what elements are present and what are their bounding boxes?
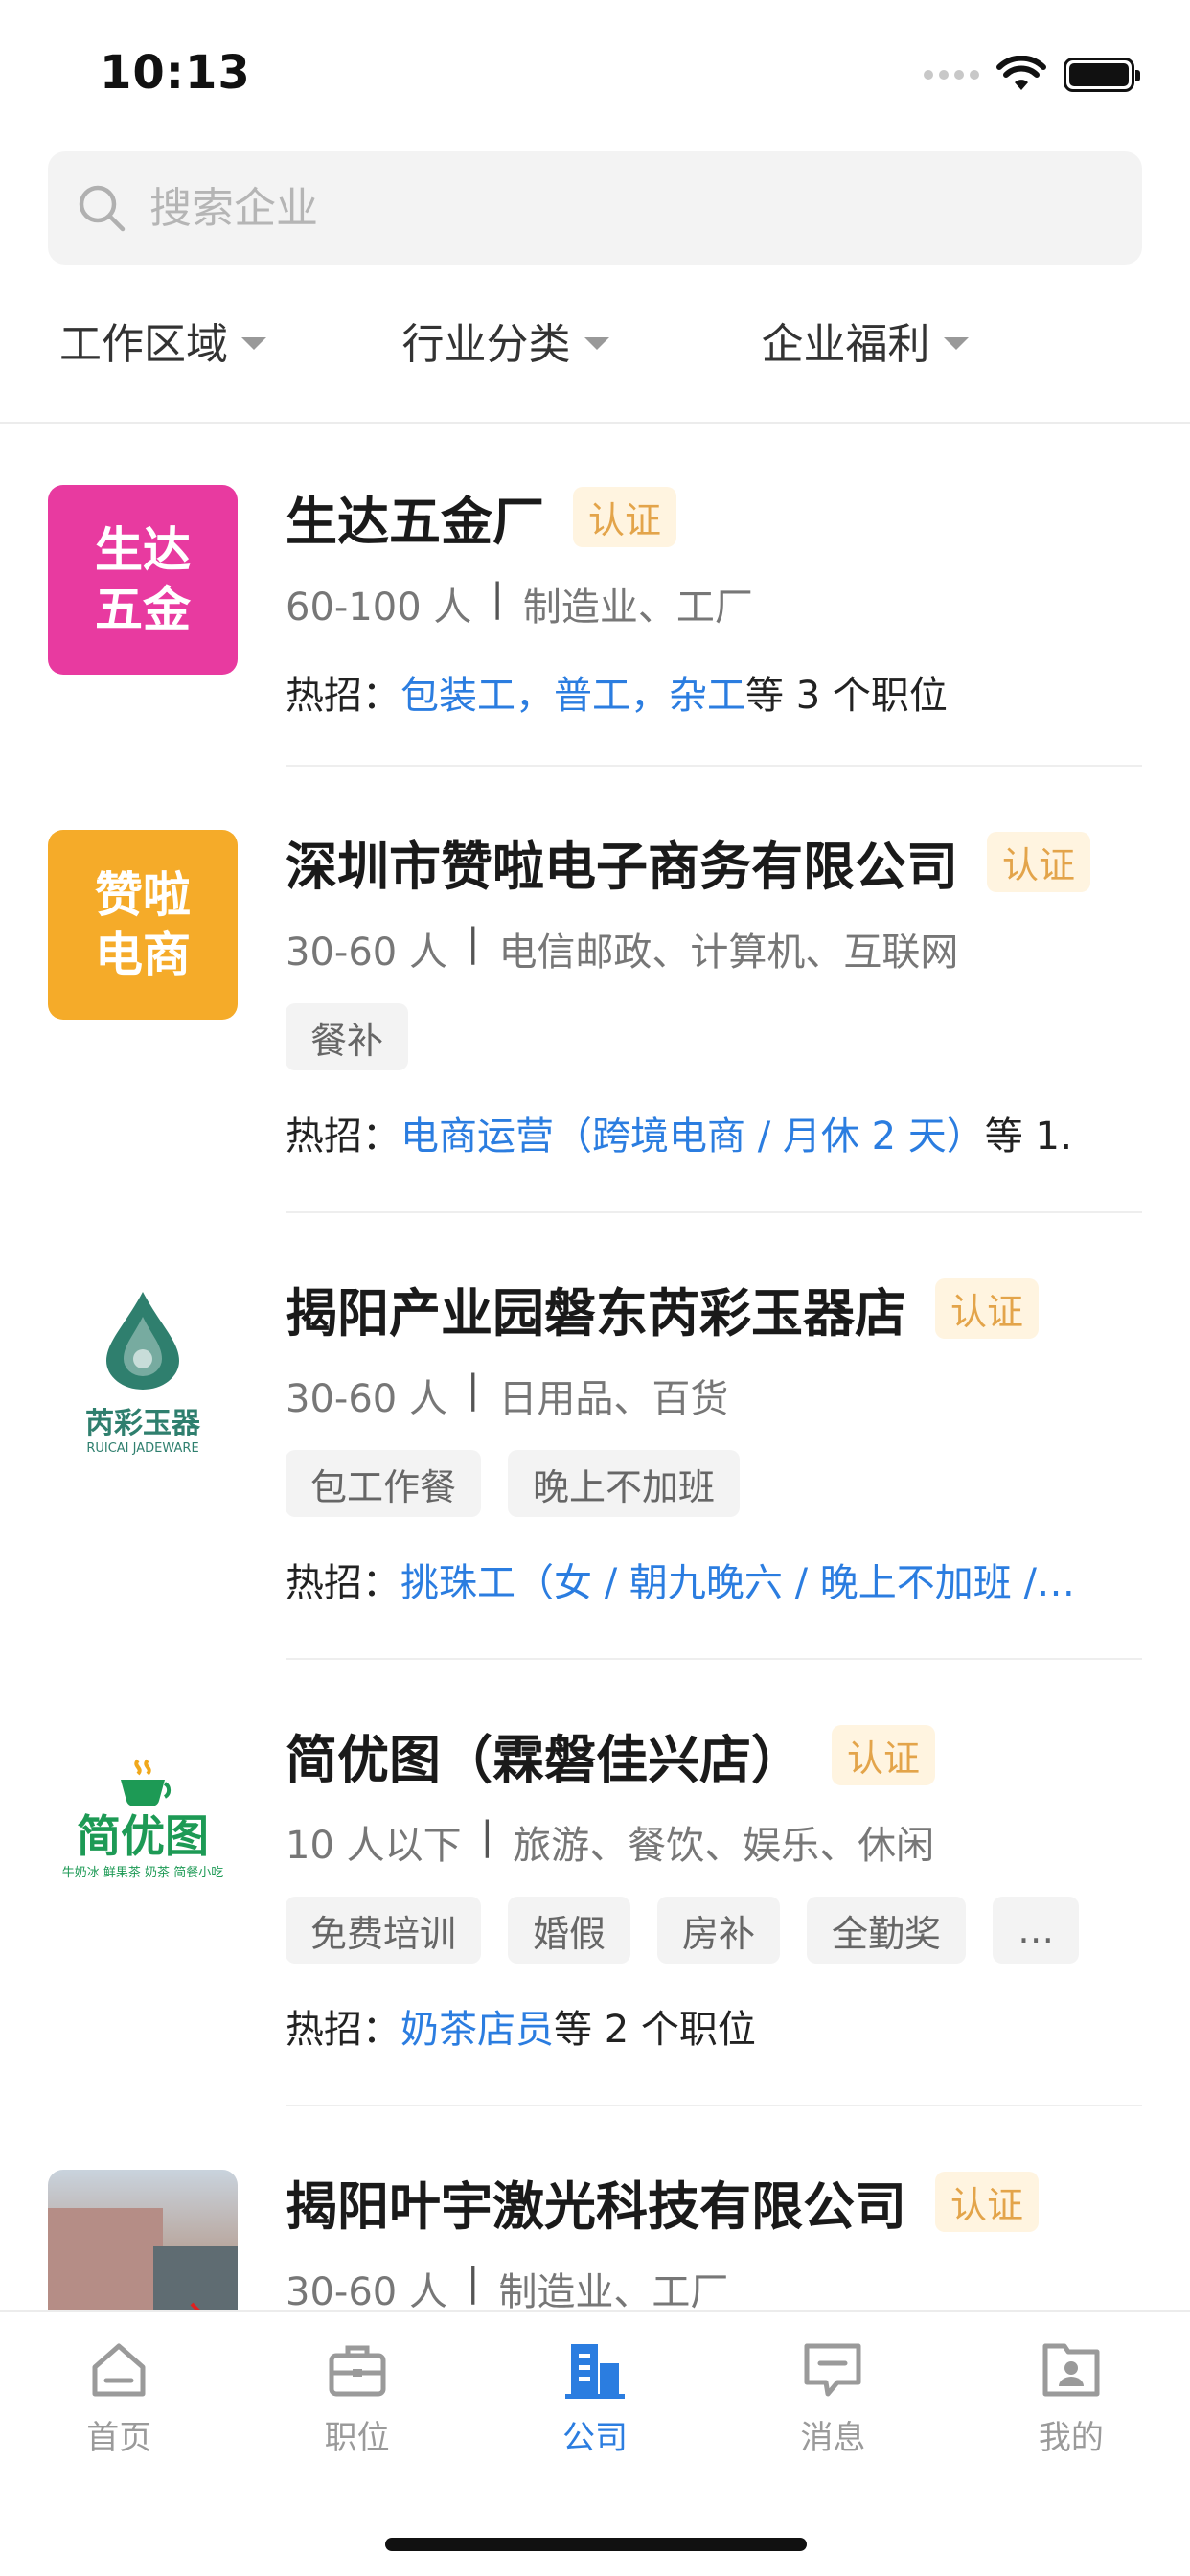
message-icon — [804, 2343, 861, 2397]
hot-jobs: 热招：挑珠工（女 / 朝九晚六 / 晚上不加班 /… — [286, 1552, 1071, 1607]
tab-label: 公司 — [562, 2419, 629, 2457]
verified-badge: 认证 — [987, 832, 1091, 892]
filter-industry[interactable]: 行业分类 — [326, 288, 685, 393]
company-name: 深圳市赞啦电子商务有限公司 — [286, 837, 958, 897]
company-name: 揭阳产业园磐东芮彩玉器店 — [286, 1283, 906, 1344]
caret-down-icon — [584, 336, 609, 350]
hot-jobs: 热招：奶茶店员等 2 个职位 — [286, 2008, 756, 2052]
verified-badge: 认证 — [935, 2172, 1040, 2232]
tab-messages[interactable]: 消息 — [714, 2312, 951, 2474]
company-card[interactable]: 芮彩玉器 RUICAI JADEWARE 揭阳产业园磐东芮彩玉器店 认证 30-… — [0, 1213, 1190, 1660]
company-info: 30-60 人 | 日用品、百货 — [286, 1368, 729, 1421]
benefit-tag: 餐补 — [286, 1003, 409, 1070]
company-name: 生达五金厂 — [286, 492, 544, 552]
logo-brand-en: RUICAI JADEWARE — [86, 1440, 199, 1456]
caret-down-icon — [241, 336, 266, 350]
tab-label: 我的 — [1038, 2419, 1104, 2457]
filter-benefits[interactable]: 企业福利 — [685, 288, 1044, 393]
tab-label: 消息 — [800, 2419, 866, 2457]
benefit-tags: 免费培训 婚假 房补 全勤奖 … — [286, 1897, 1080, 1964]
verified-badge: 认证 — [573, 487, 677, 547]
company-card[interactable]: 简优图 牛奶冰 鲜果茶 奶茶 简餐小吃 简优图（霖磐佳兴店） 认证 10 人以下… — [0, 1660, 1190, 2106]
logo-brand: 芮彩玉器 — [85, 1406, 200, 1440]
tab-label: 职位 — [324, 2419, 390, 2457]
benefit-tags: 餐补 — [286, 1003, 1090, 1070]
benefit-tags: 包工作餐 晚上不加班 — [286, 1450, 1071, 1517]
tea-cup-logo-icon — [121, 1759, 172, 1806]
search-input[interactable] — [149, 183, 1012, 233]
jade-drop-logo-icon — [106, 1291, 179, 1390]
company-card[interactable]: 赞啦 电商 深圳市赞啦电子商务有限公司 认证 30-60 人 | 电信邮政、计算机、… — [0, 767, 1190, 1213]
company-card[interactable]: 揭阳叶宇激光科技有限公司 认证 30-60 人 | 制造业、工厂 — [0, 2106, 1190, 2310]
tab-label: 首页 — [86, 2419, 152, 2457]
building-icon — [565, 2344, 626, 2399]
hot-jobs-link[interactable]: 奶茶店员 — [400, 2008, 554, 2052]
status-time: 10:13 — [100, 46, 251, 100]
caret-down-icon — [943, 336, 969, 350]
benefit-tag: 房补 — [657, 1897, 781, 1964]
benefit-tag: 晚上不加班 — [508, 1450, 741, 1517]
verified-badge: 认证 — [832, 1725, 936, 1785]
company-name: 揭阳叶宇激光科技有限公司 — [286, 2176, 906, 2237]
benefit-tag: 免费培训 — [286, 1897, 482, 1964]
wifi-icon — [996, 56, 1046, 90]
hot-jobs-link[interactable]: 电商运营（跨境电商 / 月休 2 天） — [400, 1115, 985, 1159]
hot-jobs-link[interactable]: 包装工，普工，杂工 — [400, 674, 745, 718]
logo-brand: 简优图 — [77, 1809, 209, 1862]
company-logo: 赞啦 电商 — [48, 830, 238, 1020]
hot-jobs: 热招：电商运营（跨境电商 / 月休 2 天）等 1… — [286, 1115, 1071, 1159]
hot-jobs: 热招：包装工，普工，杂工等 3 个职位 — [286, 674, 948, 718]
search-bar[interactable] — [48, 151, 1142, 264]
company-logo: 芮彩玉器 RUICAI JADEWARE — [48, 1276, 238, 1466]
home-icon — [92, 2343, 146, 2397]
benefit-tag: 全勤奖 — [807, 1897, 967, 1964]
battery-icon — [1064, 58, 1140, 92]
company-logo: 生达 五金 — [48, 485, 238, 675]
tab-profile[interactable]: 我的 — [952, 2312, 1190, 2474]
briefcase-icon — [329, 2345, 386, 2397]
verified-badge: 认证 — [935, 1278, 1040, 1339]
filter-work-area[interactable]: 工作区域 — [0, 288, 326, 393]
benefit-tag: 包工作餐 — [286, 1450, 482, 1517]
factory-photo-image — [48, 2208, 238, 2310]
cellular-signal-icon — [924, 70, 979, 80]
company-card[interactable]: 生达 五金 生达五金厂 认证 60-100 人 | 制造业、工厂 热招：包装工，普工… — [0, 426, 1190, 767]
filter-label: 企业福利 — [761, 320, 930, 369]
search-icon — [79, 185, 126, 232]
tab-home[interactable]: 首页 — [0, 2312, 238, 2474]
tab-company[interactable]: 公司 — [476, 2312, 714, 2474]
profile-icon — [1042, 2343, 1100, 2397]
status-bar: 10:13 — [0, 0, 1190, 144]
tab-jobs[interactable]: 职位 — [238, 2312, 475, 2474]
company-info: 30-60 人 | 电信邮政、计算机、互联网 — [286, 921, 959, 975]
status-icons — [924, 56, 1140, 94]
filter-label: 行业分类 — [401, 320, 571, 369]
company-name: 简优图（霖磐佳兴店） — [286, 1730, 803, 1790]
more-tags[interactable]: … — [993, 1897, 1080, 1964]
filter-label: 工作区域 — [59, 320, 228, 369]
company-info: 10 人以下 | 旅游、餐饮、娱乐、休闲 — [286, 1814, 935, 1868]
divider — [0, 422, 1190, 424]
company-logo-photo — [48, 2170, 238, 2310]
company-info: 60-100 人 | 制造业、工厂 — [286, 576, 753, 630]
hot-jobs-link[interactable]: 挑珠工（女 / 朝九晚六 / 晚上不加班 /… — [400, 1561, 1071, 1605]
company-info: 30-60 人 | 制造业、工厂 — [286, 2261, 729, 2310]
logo-slogan: 牛奶冰 鲜果茶 奶茶 简餐小吃 — [61, 1865, 224, 1880]
company-logo: 简优图 牛奶冰 鲜果茶 奶茶 简餐小吃 — [48, 1723, 238, 1913]
home-indicator — [385, 2538, 807, 2551]
filter-bar: 工作区域 行业分类 企业福利 — [0, 288, 1190, 393]
company-list: 生达 五金 生达五金厂 认证 60-100 人 | 制造业、工厂 热招：包装工，普工… — [0, 426, 1190, 2310]
tab-bar: 首页 职位 公司 消息 我的 — [0, 2310, 1190, 2576]
benefit-tag: 婚假 — [508, 1897, 631, 1964]
